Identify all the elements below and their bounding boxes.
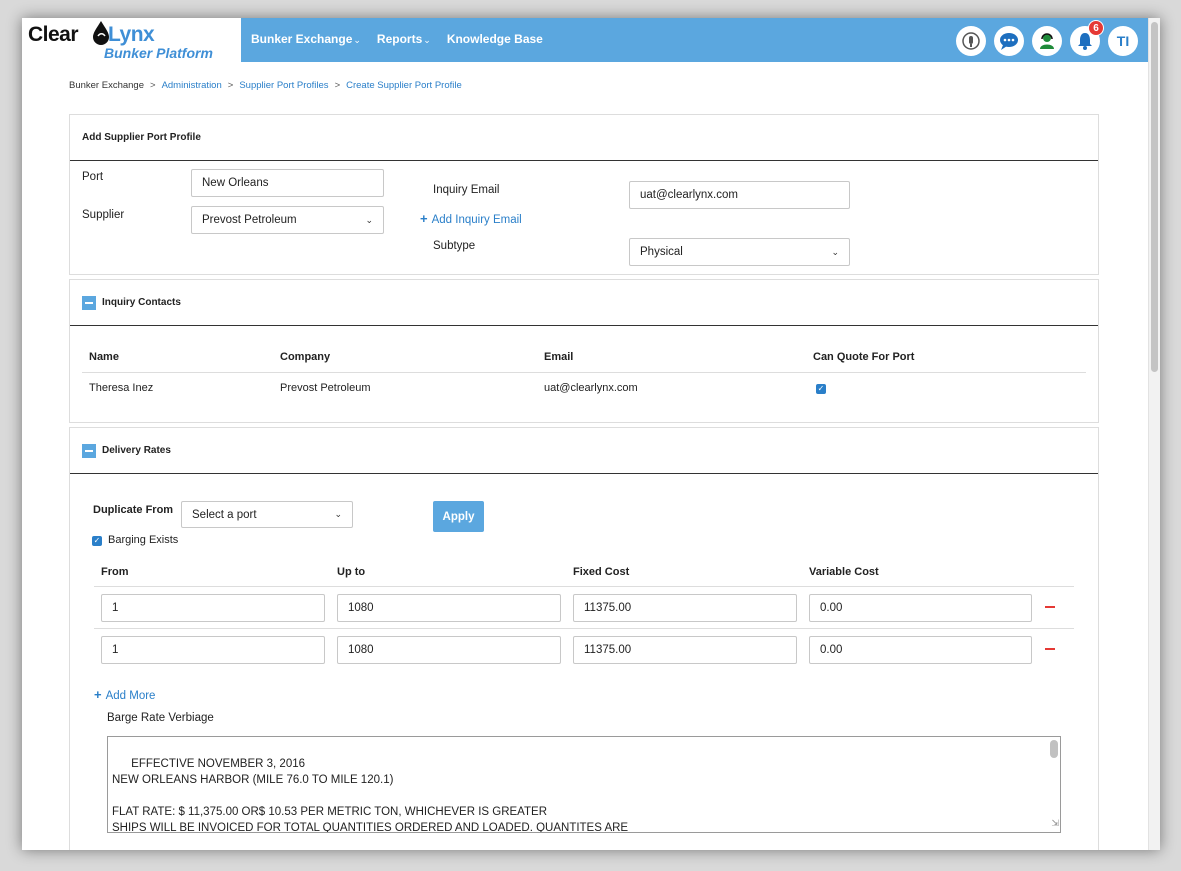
resize-handle-icon[interactable]: ⇲ xyxy=(1051,815,1059,831)
contacts-panel-title: Inquiry Contacts xyxy=(102,297,181,308)
chevron-down-icon: ⌄ xyxy=(365,214,373,225)
textarea-scrollbar[interactable] xyxy=(1050,740,1058,758)
col-variable-cost: Variable Cost xyxy=(809,566,879,578)
breadcrumb-bunker-exchange[interactable]: Bunker Exchange xyxy=(69,80,144,91)
nav-bunker-exchange[interactable]: Bunker Exchange⌄ xyxy=(251,32,361,46)
app-window: Clear Lynx Bunker Platform Bunker Exchan… xyxy=(22,18,1160,850)
plus-icon: + xyxy=(420,211,428,226)
contact-name: Theresa Inez xyxy=(89,382,154,394)
chevron-down-icon: ⌄ xyxy=(831,246,839,257)
nav-knowledge-base[interactable]: Knowledge Base xyxy=(447,32,543,46)
profile-panel: Add Supplier Port Profile Port New Orlea… xyxy=(69,114,1099,275)
chat-icon[interactable] xyxy=(994,26,1024,56)
remove-row-icon[interactable] xyxy=(1045,648,1055,650)
verbiage-label: Barge Rate Verbiage xyxy=(107,712,214,724)
agent-icon[interactable] xyxy=(1032,26,1062,56)
supplier-select[interactable]: Prevost Petroleum ⌄ xyxy=(191,206,384,234)
contact-email: uat@clearlynx.com xyxy=(544,382,638,394)
divider xyxy=(94,586,1074,587)
col-email: Email xyxy=(544,351,574,363)
variable-cost-input[interactable]: 0.00 xyxy=(809,636,1032,664)
chevron-down-icon: ⌄ xyxy=(334,509,342,519)
rates-panel-header[interactable]: Delivery Rates xyxy=(70,428,1098,474)
divider xyxy=(94,628,1074,629)
logo-subtitle: Bunker Platform xyxy=(104,45,213,61)
add-more-link[interactable]: + Add More xyxy=(94,687,155,702)
add-inquiry-email-link[interactable]: + Add Inquiry Email xyxy=(420,211,522,226)
verbiage-textarea[interactable]: EFFECTIVE NOVEMBER 3, 2016 NEW ORLEANS H… xyxy=(107,736,1061,833)
can-quote-checkbox[interactable]: ✓ xyxy=(816,384,826,394)
col-can-quote: Can Quote For Port xyxy=(813,351,915,363)
col-from: From xyxy=(101,566,129,578)
breadcrumb: Bunker Exchange > Administration > Supplier … xyxy=(69,80,462,91)
breadcrumb-create-profile: Create Supplier Port Profile xyxy=(346,80,462,91)
inquiry-email-label: Inquiry Email xyxy=(433,184,500,196)
support-icon[interactable] xyxy=(956,26,986,56)
notification-badge: 6 xyxy=(1088,20,1104,36)
collapse-icon[interactable] xyxy=(82,295,96,310)
apply-button[interactable]: Apply xyxy=(433,501,484,532)
breadcrumb-administration[interactable]: Administration xyxy=(162,80,222,91)
logo-text-clear: Clear xyxy=(28,23,79,46)
variable-cost-input[interactable]: 0.00 xyxy=(809,594,1032,622)
profile-panel-title: Add Supplier Port Profile xyxy=(70,115,1098,161)
port-input[interactable]: New Orleans xyxy=(191,169,384,197)
rates-panel-title: Delivery Rates xyxy=(102,445,171,456)
supplier-label: Supplier xyxy=(82,209,125,221)
breadcrumb-supplier-port-profiles[interactable]: Supplier Port Profiles xyxy=(239,80,328,91)
col-fixed-cost: Fixed Cost xyxy=(573,566,630,578)
subtype-select[interactable]: Physical ⌄ xyxy=(629,238,850,266)
contacts-panel-header[interactable]: Inquiry Contacts xyxy=(70,280,1098,326)
divider xyxy=(82,372,1086,373)
chevron-down-icon: ⌄ xyxy=(353,35,361,45)
from-input[interactable]: 1 xyxy=(101,594,325,622)
main-nav: Bunker Exchange⌄ Reports⌄ Knowledge Base xyxy=(251,32,543,46)
upto-input[interactable]: 1080 xyxy=(337,594,561,622)
scrollbar-thumb[interactable] xyxy=(1151,22,1158,372)
fixed-cost-input[interactable]: 11375.00 xyxy=(573,594,797,622)
barging-exists-label: Barging Exists xyxy=(108,534,179,546)
logo[interactable]: Clear Lynx Bunker Platform xyxy=(22,18,241,62)
logo-text-lynx: Lynx xyxy=(108,23,155,46)
contact-company: Prevost Petroleum xyxy=(280,382,371,394)
top-bar: Clear Lynx Bunker Platform Bunker Exchan… xyxy=(22,18,1148,62)
rates-panel: Delivery Rates Duplicate From Select a p… xyxy=(69,427,1099,850)
fixed-cost-input[interactable]: 11375.00 xyxy=(573,636,797,664)
header-icons: 6 TI xyxy=(956,20,1138,56)
user-avatar[interactable]: TI xyxy=(1108,26,1138,56)
bell-icon[interactable]: 6 xyxy=(1070,20,1104,56)
duplicate-port-select[interactable]: Select a port ⌄ xyxy=(181,501,353,528)
inquiry-email-input[interactable]: uat@clearlynx.com xyxy=(629,181,850,209)
chevron-down-icon: ⌄ xyxy=(423,35,431,45)
page-scrollbar[interactable] xyxy=(1148,18,1160,850)
col-name: Name xyxy=(89,351,119,363)
col-upto: Up to xyxy=(337,566,366,578)
col-company: Company xyxy=(280,351,331,363)
port-label: Port xyxy=(82,171,104,183)
nav-reports[interactable]: Reports⌄ xyxy=(377,32,431,46)
remove-row-icon[interactable] xyxy=(1045,606,1055,608)
collapse-icon[interactable] xyxy=(82,443,96,458)
contacts-panel: Inquiry Contacts Name Company Email Can … xyxy=(69,279,1099,423)
barging-exists-checkbox[interactable]: ✓ xyxy=(92,536,102,546)
from-input[interactable]: 1 xyxy=(101,636,325,664)
duplicate-from-label: Duplicate From xyxy=(93,504,174,516)
upto-input[interactable]: 1080 xyxy=(337,636,561,664)
plus-icon: + xyxy=(94,687,102,702)
subtype-label: Subtype xyxy=(433,240,476,252)
